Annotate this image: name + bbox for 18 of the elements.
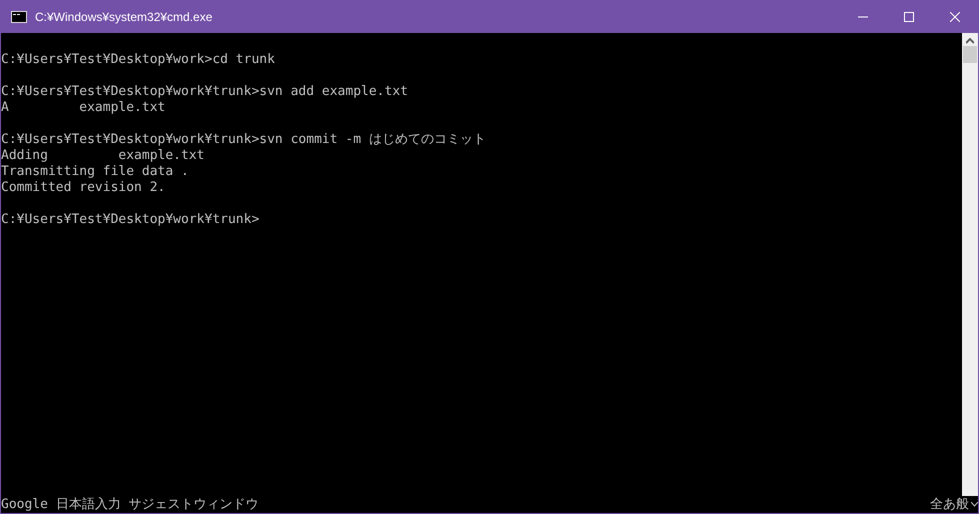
console-line: Transmitting file data . — [1, 164, 189, 180]
scroll-thumb[interactable] — [963, 46, 977, 63]
console-line: Adding example.txt — [1, 148, 204, 164]
console-line: C:¥Users¥Test¥Desktop¥work¥trunk> — [1, 212, 260, 228]
maximize-icon — [904, 12, 914, 22]
console-line: C:¥Users¥Test¥Desktop¥work¥trunk>svn add example.txt — [1, 84, 408, 100]
scrollbar[interactable] — [962, 33, 978, 496]
console-line: C:¥Users¥Test¥Desktop¥work¥trunk>svn commit -m はじめてのコミット — [1, 132, 486, 148]
console-line: A example.txt — [1, 100, 166, 116]
ime-mode[interactable]: 全あ般 — [930, 495, 969, 513]
scroll-up-icon[interactable] — [966, 38, 974, 44]
caret-icon[interactable] — [971, 502, 978, 506]
window-title: C:¥Windows¥system32¥cmd.exe — [35, 10, 214, 24]
console-app-icon — [11, 11, 27, 23]
console-line: Committed revision 2. — [1, 180, 166, 196]
ime-suggest-label: Google 日本語入力 サジェストウィンドウ — [1, 496, 259, 513]
console-line: C:¥Users¥Test¥Desktop¥work>cd trunk — [1, 52, 275, 68]
close-icon — [950, 12, 960, 22]
